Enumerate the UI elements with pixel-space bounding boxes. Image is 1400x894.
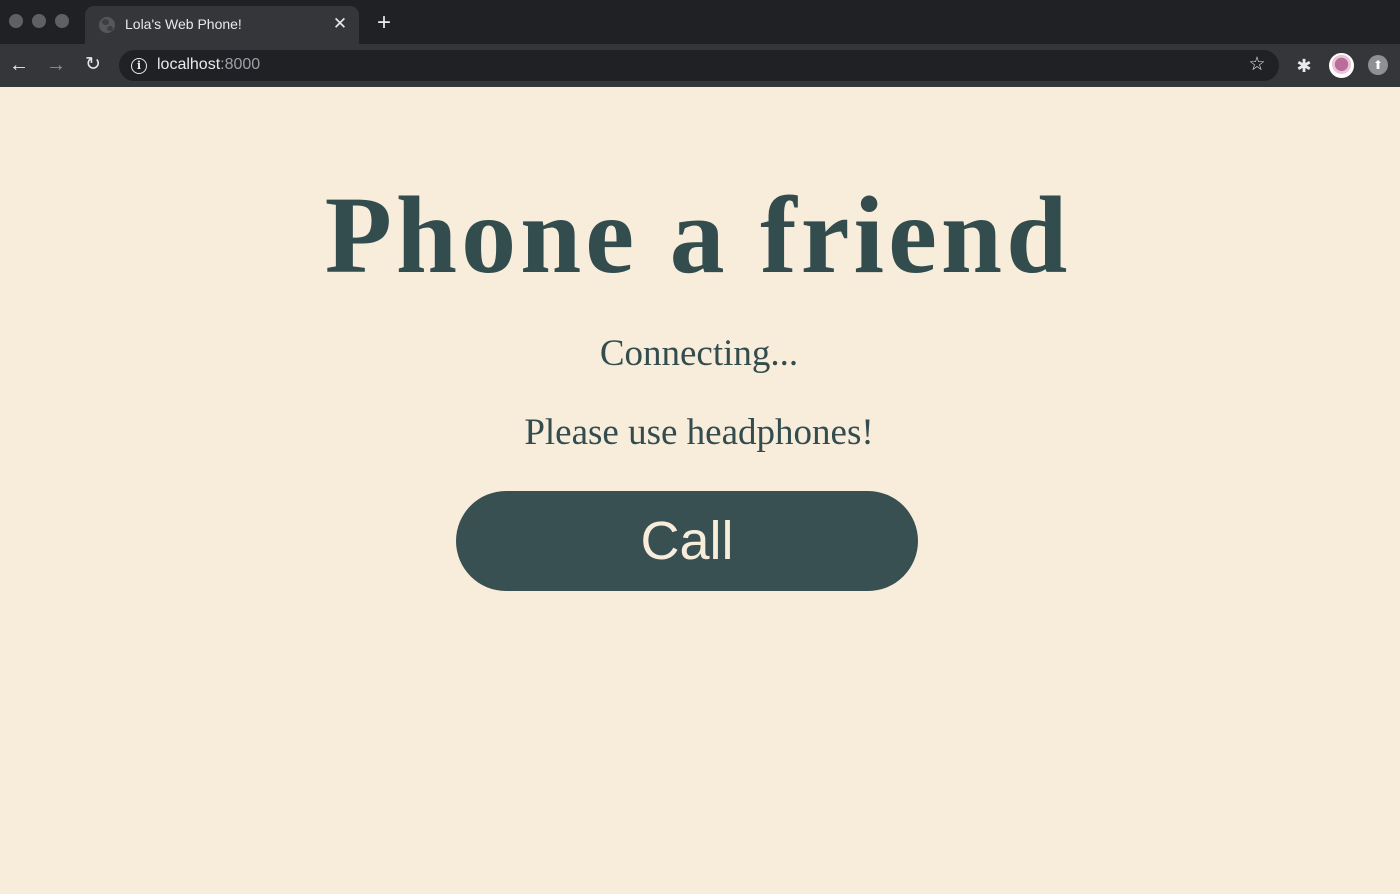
connection-status: Connecting... [599,333,799,374]
page-title: Phone a friend [324,174,1072,296]
browser-toolbar: ← → ↻ i localhost:8000 ☆ ✱ ⬆ [0,44,1400,87]
url-text[interactable]: localhost:8000 [157,56,260,74]
bookmark-star-icon[interactable]: ☆ [1246,54,1268,76]
minimize-window-button[interactable] [32,14,46,28]
reload-icon[interactable]: ↻ [81,53,105,77]
new-tab-icon[interactable]: + [373,11,395,35]
maximize-window-button[interactable] [55,14,69,28]
forward-icon[interactable]: → [44,53,68,77]
url-port: :8000 [220,56,261,73]
close-window-button[interactable] [9,14,23,28]
page-content: Phone a friend Connecting... Please use … [0,87,1400,894]
close-icon[interactable]: ✕ [331,15,349,33]
globe-icon [99,17,115,33]
call-button[interactable]: Call [456,491,918,591]
headphones-note: Please use headphones! [524,412,874,453]
back-icon[interactable]: ← [7,53,31,77]
site-info-icon[interactable]: i [131,58,147,74]
tab-title: Lola's Web Phone! [125,16,242,32]
profile-avatar[interactable] [1329,53,1354,78]
extensions-puzzle-icon[interactable]: ✱ [1292,54,1316,78]
address-bar[interactable]: i localhost:8000 ☆ [119,50,1279,81]
update-icon[interactable]: ⬆ [1368,55,1388,75]
url-host: localhost [157,56,221,73]
browser-tab[interactable]: Lola's Web Phone! ✕ [85,6,359,44]
browser-titlebar: Lola's Web Phone! ✕ + [0,0,1400,44]
